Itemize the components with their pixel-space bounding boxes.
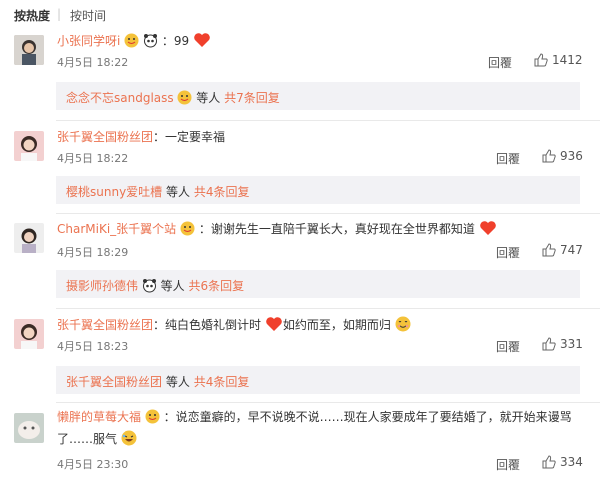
reply-author[interactable]: 念念不忘sandglass bbox=[66, 91, 174, 105]
comment-text: ：谢谢先生一直陪千翼长大，真好现在全世界都知道 bbox=[198, 222, 475, 236]
divider bbox=[56, 402, 600, 403]
like-count: 1412 bbox=[552, 53, 583, 67]
reply-button[interactable]: 回覆 bbox=[488, 54, 512, 71]
reply-summary[interactable]: 摄影师孙德伟 等人 共6条回复 bbox=[56, 270, 580, 298]
thumb-up-icon bbox=[542, 455, 556, 469]
reply-author[interactable]: 张千翼全国粉丝团 bbox=[66, 375, 162, 389]
divider bbox=[56, 120, 600, 121]
like-button[interactable]: 1412 bbox=[534, 53, 583, 67]
comment-author[interactable]: CharMiKi_张千翼个站 bbox=[57, 222, 176, 236]
reply-count-link[interactable]: 共4条回复 bbox=[194, 185, 250, 199]
comment-author[interactable]: 懒胖的草莓大福 bbox=[57, 410, 141, 424]
avatar[interactable] bbox=[14, 35, 44, 65]
thumb-up-icon bbox=[542, 149, 556, 163]
like-button[interactable]: 936 bbox=[542, 149, 583, 163]
comment-time: 4月5日 23:30 bbox=[57, 458, 129, 471]
reply-summary[interactable]: 樱桃sunny爱吐槽 等人 共4条回复 bbox=[56, 176, 580, 204]
sort-bar: 按热度 | 按时间 bbox=[0, 0, 600, 26]
like-count: 334 bbox=[560, 455, 583, 469]
comment-text-continued: 如约而至，如期而归 bbox=[282, 318, 391, 332]
reply-button[interactable]: 回覆 bbox=[496, 456, 520, 473]
comment-item: 懒胖的草莓大福 ：说恋童癖的，早不说晚不说……现在人家要成年了要结婚了，就开始来… bbox=[0, 408, 600, 484]
heart-emoji bbox=[266, 317, 282, 331]
panda-emoji bbox=[142, 279, 156, 293]
reply-etc: 等人 bbox=[196, 91, 221, 105]
panda-emoji bbox=[144, 34, 157, 48]
thumb-up-icon bbox=[542, 337, 556, 351]
wedding-emoji bbox=[145, 409, 160, 424]
comment-text: ：99 bbox=[161, 34, 190, 48]
laugh-emoji bbox=[121, 430, 137, 446]
like-count: 331 bbox=[560, 337, 583, 351]
comment-item: 张千翼全国粉丝团：一定要幸福 4月5日 18:22 回覆 936 樱桃sunny… bbox=[0, 128, 600, 208]
comment-time: 4月5日 18:22 bbox=[57, 152, 129, 165]
sort-separator: | bbox=[57, 7, 62, 21]
thumb-up-icon bbox=[542, 243, 556, 257]
comment-item: CharMiKi_张千翼个站 ：谢谢先生一直陪千翼长大，真好现在全世界都知道 4… bbox=[0, 220, 600, 304]
comment-text: ：一定要幸福 bbox=[153, 130, 226, 144]
like-count: 936 bbox=[560, 149, 583, 163]
comment-author[interactable]: 小张同学呀i bbox=[57, 34, 120, 48]
reply-button[interactable]: 回覆 bbox=[496, 338, 520, 355]
avatar[interactable] bbox=[14, 131, 44, 161]
avatar[interactable] bbox=[14, 413, 44, 443]
comment-time: 4月5日 18:29 bbox=[57, 246, 129, 259]
comment-author[interactable]: 张千翼全国粉丝团 bbox=[57, 318, 153, 332]
comment-author[interactable]: 张千翼全国粉丝团 bbox=[57, 130, 153, 144]
divider bbox=[56, 213, 600, 214]
reply-author[interactable]: 摄影师孙德伟 bbox=[66, 279, 138, 293]
comment-item: 小张同学呀i ：99 4月5日 18:22 回覆 1412 念念不忘sandgl… bbox=[0, 32, 600, 114]
reply-etc: 等人 bbox=[166, 185, 191, 199]
avatar[interactable] bbox=[14, 223, 44, 253]
reply-count-link[interactable]: 共7条回复 bbox=[224, 91, 280, 105]
comment-text: ：纯白色婚礼倒计时 bbox=[153, 318, 262, 332]
comment-item: 张千翼全国粉丝团：纯白色婚礼倒计时 如约而至，如期而归 4月5日 18:23 回… bbox=[0, 316, 600, 400]
sort-by-time-tab[interactable]: 按时间 bbox=[70, 7, 106, 24]
reply-button[interactable]: 回覆 bbox=[496, 150, 520, 167]
like-button[interactable]: 331 bbox=[542, 337, 583, 351]
heart-emoji bbox=[194, 33, 210, 47]
reply-count-link[interactable]: 共4条回复 bbox=[194, 375, 250, 389]
thumb-up-icon bbox=[534, 53, 548, 67]
reply-etc: 等人 bbox=[165, 375, 190, 389]
like-button[interactable]: 334 bbox=[542, 455, 583, 469]
reply-button[interactable]: 回覆 bbox=[496, 244, 520, 261]
comment-text: ：说恋童癖的，早不说晚不说……现在人家要成年了要结婚了，就开始来谩骂 bbox=[163, 410, 572, 424]
comment-time: 4月5日 18:23 bbox=[57, 340, 129, 353]
reply-summary[interactable]: 念念不忘sandglass 等人 共7条回复 bbox=[56, 82, 580, 110]
comment-time: 4月5日 18:22 bbox=[57, 56, 129, 69]
comment-text-line2: 了……服气 bbox=[57, 432, 118, 446]
reply-etc: 等人 bbox=[160, 279, 185, 293]
wedding-emoji bbox=[180, 221, 195, 236]
like-button[interactable]: 747 bbox=[542, 243, 583, 257]
reply-author[interactable]: 樱桃sunny爱吐槽 bbox=[66, 185, 162, 199]
sort-by-hot-tab[interactable]: 按热度 bbox=[14, 7, 50, 24]
reply-count-link[interactable]: 共6条回复 bbox=[189, 279, 245, 293]
wedding-emoji bbox=[177, 90, 192, 105]
reply-summary[interactable]: 张千翼全国粉丝团 等人 共4条回复 bbox=[56, 366, 580, 394]
heart-emoji bbox=[479, 221, 496, 235]
wedding-emoji bbox=[124, 33, 139, 48]
like-count: 747 bbox=[560, 243, 583, 257]
avatar[interactable] bbox=[14, 319, 44, 349]
divider bbox=[56, 308, 600, 309]
smile-emoji bbox=[395, 316, 411, 332]
